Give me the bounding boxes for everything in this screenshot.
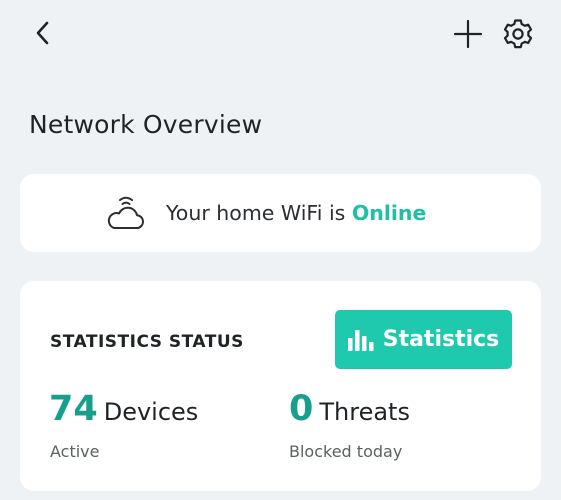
cloud-wifi-icon	[107, 196, 144, 229]
wifi-status-value: Online	[351, 201, 427, 225]
devices-metric[interactable]: 74 Devices	[49, 387, 198, 434]
statistics-heading: STATISTICS STATUS	[50, 332, 244, 352]
devices-label: Devices	[103, 398, 199, 426]
wifi-status-prefix: Your home WiFi is	[166, 201, 346, 225]
threats-metric[interactable]: 0 Threats	[289, 387, 410, 434]
plus-icon	[453, 19, 483, 49]
gear-icon	[503, 19, 533, 49]
page-title: Network Overview	[29, 110, 263, 139]
statistics-button[interactable]: Statistics	[335, 310, 512, 369]
wifi-status-card[interactable]: Your home WiFi is Online	[20, 174, 541, 252]
threats-label: Threats	[319, 398, 410, 426]
statistics-button-label: Statistics	[382, 326, 500, 352]
wifi-status-text: Your home WiFi is Online	[166, 198, 426, 228]
top-bar	[0, 0, 561, 66]
devices-sublabel: Active	[50, 442, 100, 461]
chevron-left-icon	[36, 21, 49, 45]
statistics-card: STATISTICS STATUS Statistics 74 Devices A…	[20, 281, 541, 491]
back-button[interactable]	[26, 16, 58, 50]
threats-sublabel: Blocked today	[289, 442, 403, 461]
devices-count: 74	[49, 389, 98, 429]
settings-button[interactable]	[499, 15, 537, 53]
threats-count: 0	[289, 389, 314, 429]
bar-chart-icon	[347, 329, 374, 351]
add-button[interactable]	[450, 16, 486, 52]
